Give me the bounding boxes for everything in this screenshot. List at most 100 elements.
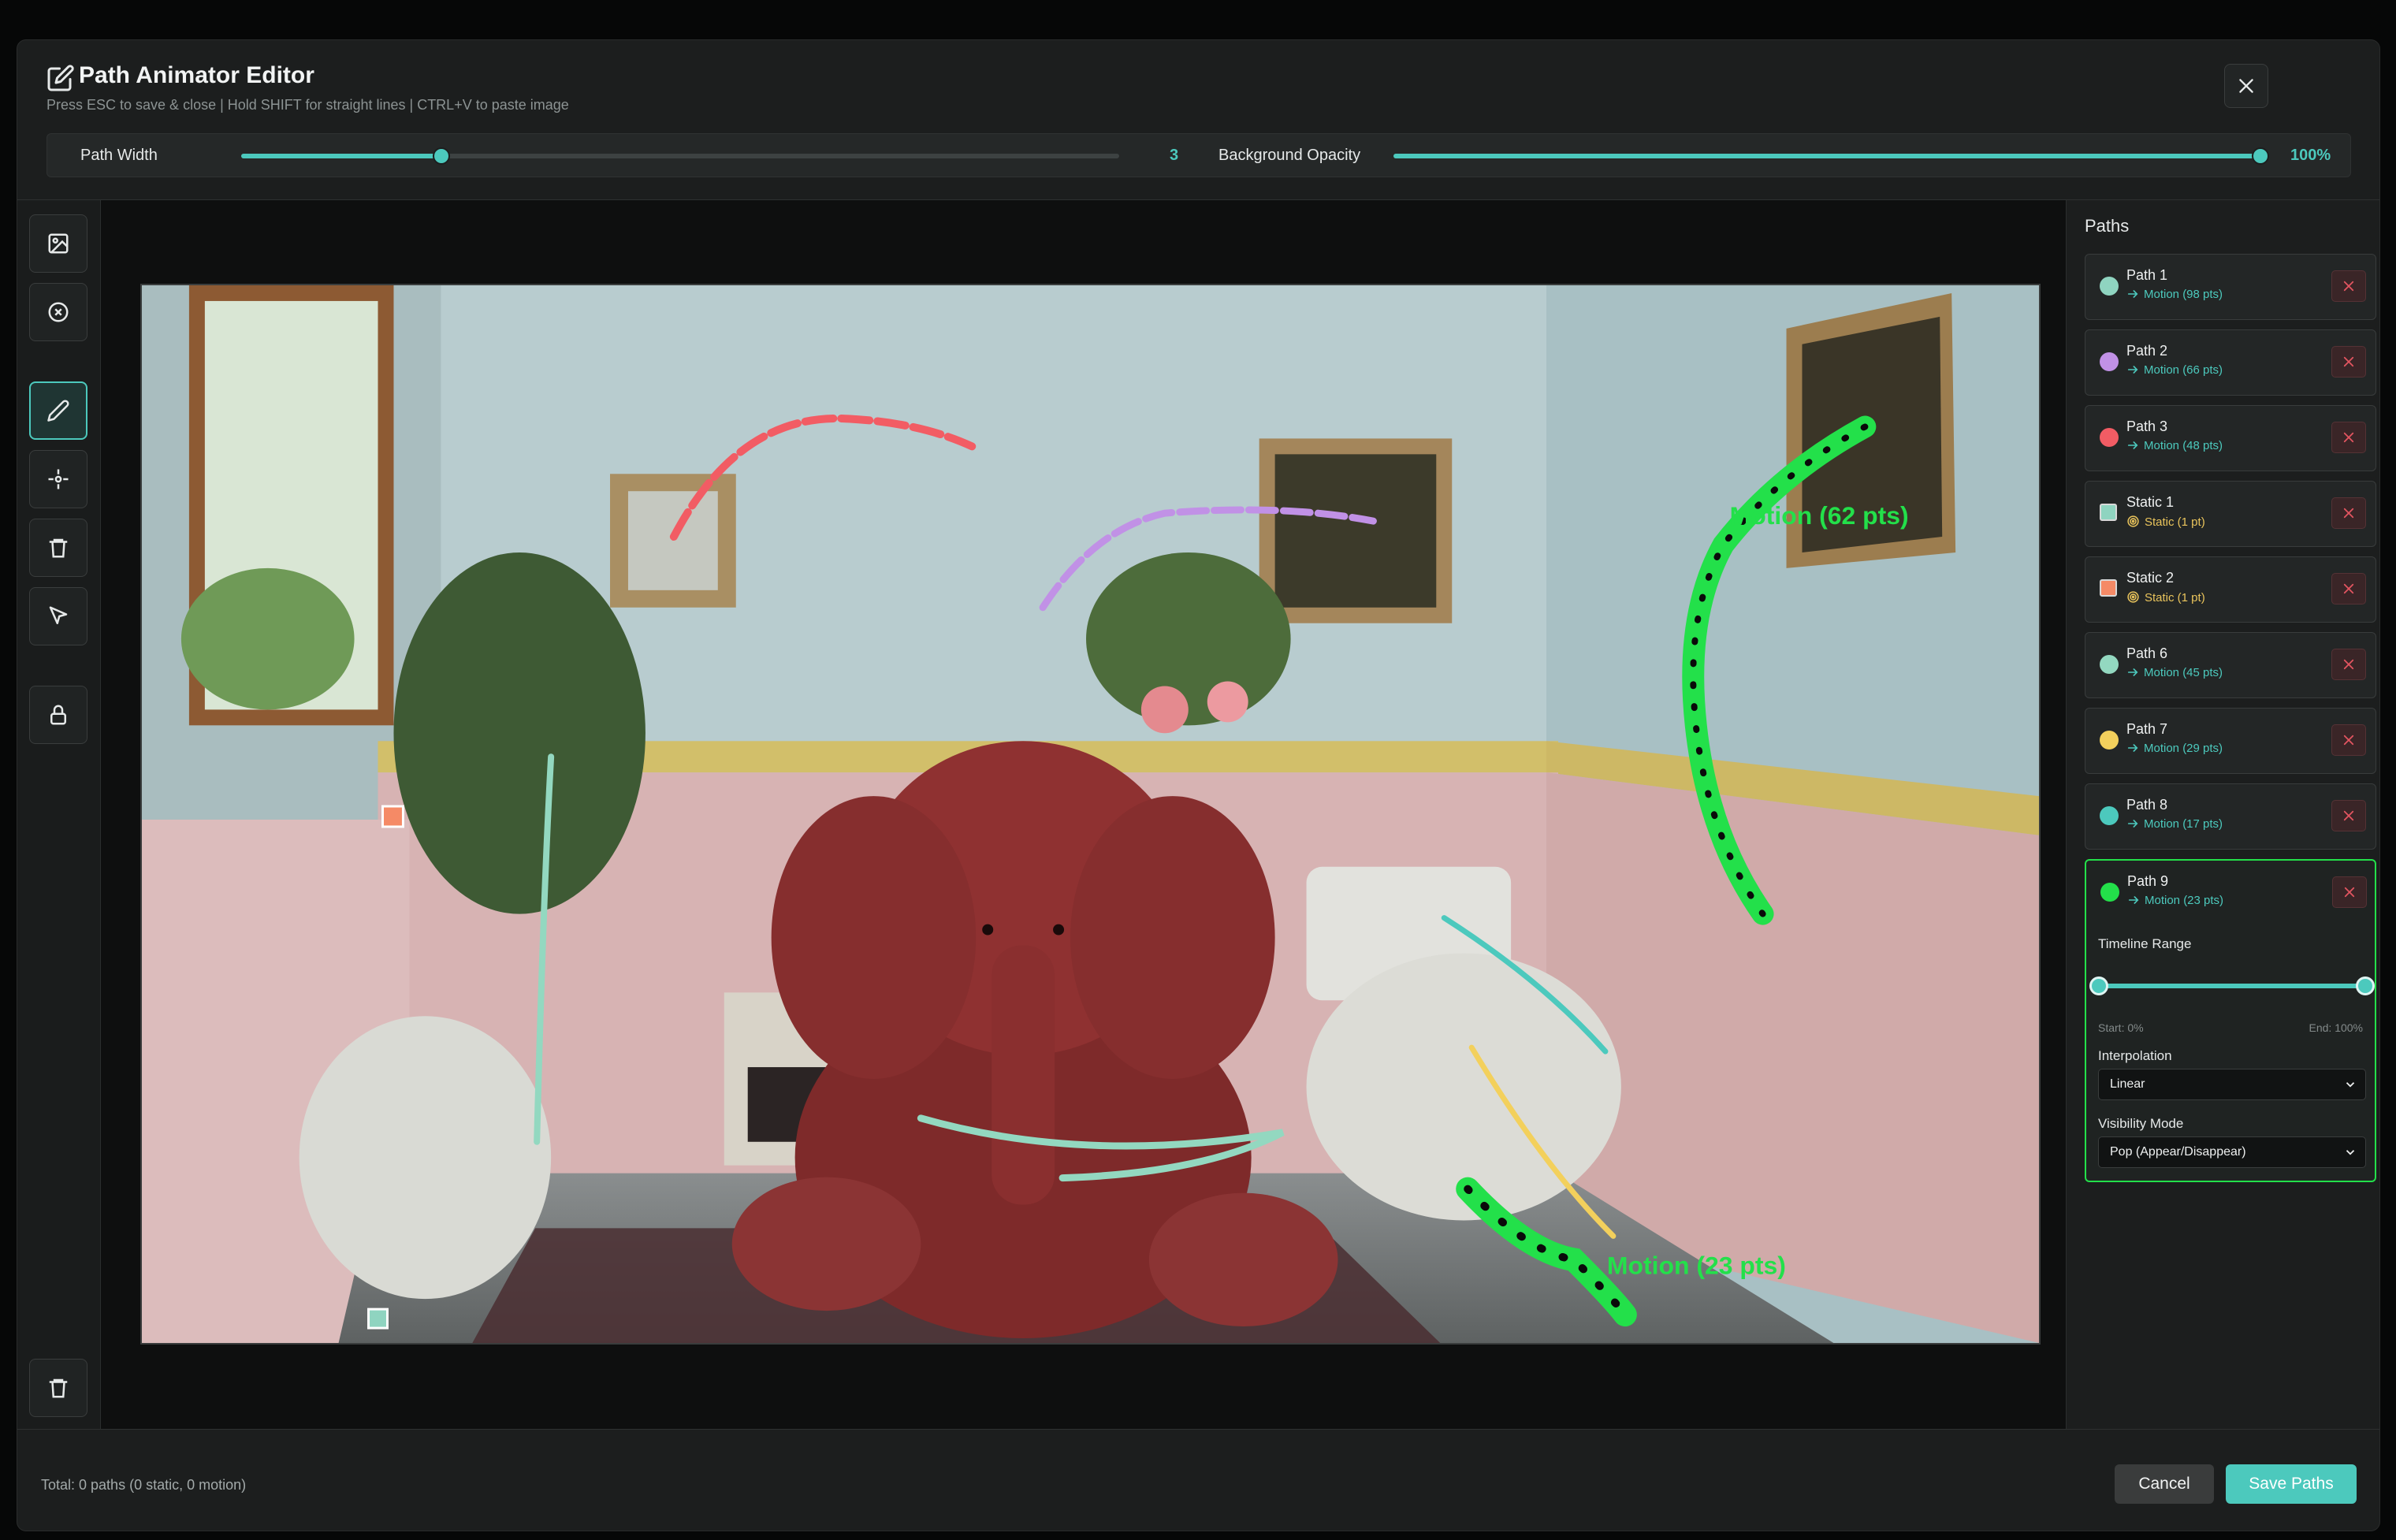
arrow-right-icon bbox=[2127, 668, 2138, 676]
interpolation-select[interactable]: Linear bbox=[2098, 1069, 2366, 1100]
footer: Total: 0 paths (0 static, 0 motion) Canc… bbox=[17, 1429, 2379, 1531]
path-name: Path 6 bbox=[2126, 645, 2168, 661]
timeline-start-thumb[interactable] bbox=[2089, 976, 2108, 995]
path-card-path-8[interactable]: Path 8 Motion (17 pts) bbox=[2085, 783, 2376, 850]
close-icon bbox=[2343, 356, 2354, 367]
close-icon bbox=[2343, 281, 2354, 292]
delete-path-button[interactable] bbox=[2331, 800, 2366, 831]
path-name: Static 1 bbox=[2126, 494, 2175, 510]
path-name: Static 2 bbox=[2126, 570, 2175, 586]
color-dot bbox=[2100, 806, 2119, 825]
interpolation-label: Interpolation bbox=[2098, 1048, 2172, 1063]
load-image-button[interactable] bbox=[29, 214, 87, 273]
path-name: Path 8 bbox=[2126, 797, 2168, 813]
delete-path-button[interactable] bbox=[2331, 346, 2366, 378]
delete-path-button[interactable] bbox=[2331, 422, 2366, 453]
clear-all-button[interactable] bbox=[29, 1359, 87, 1417]
path-detail-text: Motion (66 pts) bbox=[2144, 363, 2223, 377]
close-icon bbox=[2343, 735, 2354, 746]
close-icon bbox=[2343, 659, 2354, 670]
path-width-slider[interactable] bbox=[241, 147, 1119, 165]
background-opacity-thumb[interactable] bbox=[2252, 147, 2269, 165]
close-button[interactable] bbox=[2224, 64, 2268, 108]
save-paths-button[interactable]: Save Paths bbox=[2226, 1464, 2357, 1504]
drawing-canvas[interactable]: Motion (62 pts) Motion (23 pts) bbox=[140, 284, 2041, 1345]
elephant-eye bbox=[1053, 924, 1065, 936]
path-detail-text: Static (1 pt) bbox=[2145, 515, 2205, 529]
delete-path-button[interactable] bbox=[2331, 497, 2366, 529]
canvas-area: Motion (62 pts) Motion (23 pts) bbox=[101, 200, 2066, 1430]
timeline-range-label: Timeline Range bbox=[2098, 936, 2192, 951]
draw-tool-button[interactable] bbox=[29, 381, 87, 440]
tool-sidebar bbox=[17, 200, 101, 1430]
path-width-thumb[interactable] bbox=[433, 147, 450, 165]
cancel-button[interactable]: Cancel bbox=[2115, 1464, 2214, 1504]
path-width-label: Path Width bbox=[80, 147, 158, 164]
delete-path-button[interactable] bbox=[2331, 270, 2366, 302]
target-icon bbox=[2127, 591, 2139, 603]
delete-path-button[interactable] bbox=[2331, 649, 2366, 680]
path-card-path-1[interactable]: Path 1 Motion (98 pts) bbox=[2085, 254, 2376, 320]
path-card-path-6[interactable]: Path 6 Motion (45 pts) bbox=[2085, 632, 2376, 698]
path-card-path-7[interactable]: Path 7 Motion (29 pts) bbox=[2085, 708, 2376, 774]
lock-button[interactable] bbox=[29, 686, 87, 744]
path-name: Path 7 bbox=[2126, 721, 2168, 737]
frame-middle-art bbox=[1274, 454, 1437, 608]
path-card-static-2[interactable]: Static 2 Static (1 pt) bbox=[2085, 556, 2376, 623]
lock-icon bbox=[50, 705, 66, 725]
target-icon bbox=[2127, 515, 2139, 527]
timeline-range-slider[interactable] bbox=[2089, 976, 2375, 995]
arrow-right-icon bbox=[2128, 896, 2139, 904]
visibility-mode-label: Visibility Mode bbox=[2098, 1116, 2184, 1131]
edit-icon bbox=[47, 65, 74, 91]
static-1-marker[interactable] bbox=[367, 1308, 389, 1330]
close-icon bbox=[2344, 887, 2355, 898]
clear-image-button[interactable] bbox=[29, 283, 87, 341]
path-width-value: 3 bbox=[1170, 147, 1179, 164]
left-toilet bbox=[299, 1016, 552, 1300]
delete-path-button[interactable] bbox=[2332, 876, 2367, 908]
arrow-right-icon bbox=[2127, 744, 2138, 752]
path-card-path-3[interactable]: Path 3 Motion (48 pts) bbox=[2085, 405, 2376, 471]
motion-62-label: Motion (62 pts) bbox=[1730, 501, 1909, 530]
total-summary: Total: 0 paths (0 static, 0 motion) bbox=[41, 1477, 247, 1493]
cursor-arrow-icon bbox=[49, 606, 68, 624]
path-name: Path 3 bbox=[2126, 418, 2168, 434]
color-dot bbox=[2100, 352, 2119, 371]
path-detail: Motion (98 pts) bbox=[2126, 288, 2223, 301]
flower-plant bbox=[1086, 552, 1291, 726]
timeline-end-thumb[interactable] bbox=[2356, 976, 2375, 995]
point-tool-button[interactable] bbox=[29, 450, 87, 508]
delete-path-button[interactable] bbox=[2331, 573, 2366, 604]
path-detail-text: Motion (23 pts) bbox=[2145, 894, 2224, 907]
path-card-path-9[interactable]: Path 9 Motion (23 pts) Timeline Range Start… bbox=[2085, 859, 2376, 1182]
x-circle-icon bbox=[48, 302, 69, 322]
trash-icon bbox=[49, 538, 68, 558]
path-detail: Motion (48 pts) bbox=[2126, 439, 2223, 452]
background-opacity-slider[interactable] bbox=[1393, 147, 2269, 165]
delete-path-button[interactable] bbox=[2331, 724, 2366, 756]
static-swatch bbox=[2100, 579, 2117, 597]
shortcut-hint: Press ESC to save & close | Hold SHIFT f… bbox=[47, 97, 569, 113]
static-2-marker[interactable] bbox=[381, 805, 404, 828]
path-detail: Motion (45 pts) bbox=[2126, 666, 2223, 679]
elephant-ear bbox=[771, 796, 977, 1079]
select-tool-button[interactable] bbox=[29, 587, 87, 645]
visibility-mode-select[interactable]: Pop (Appear/Disappear) bbox=[2098, 1136, 2366, 1168]
flower bbox=[1207, 681, 1248, 723]
color-dot bbox=[2100, 655, 2119, 674]
delete-tool-button[interactable] bbox=[29, 519, 87, 577]
interpolation-value: Linear bbox=[2110, 1077, 2145, 1091]
background-opacity-fill bbox=[1393, 154, 2260, 158]
workarea: Motion (62 pts) Motion (23 pts) Paths Pa… bbox=[17, 199, 2379, 1430]
path-name: Path 1 bbox=[2126, 267, 2168, 283]
elephant-eye bbox=[982, 924, 994, 936]
page-title: Path Animator Editor bbox=[79, 62, 314, 88]
path-detail: Motion (29 pts) bbox=[2126, 742, 2223, 755]
path-card-path-2[interactable]: Path 2 Motion (66 pts) bbox=[2085, 329, 2376, 396]
chevron-down-icon bbox=[2346, 1150, 2355, 1155]
static-swatch bbox=[2100, 504, 2117, 521]
trash-icon bbox=[49, 1378, 68, 1398]
timeline-end-text: End: 100% bbox=[2309, 1021, 2364, 1034]
path-card-static-1[interactable]: Static 1 Static (1 pt) bbox=[2085, 481, 2376, 547]
